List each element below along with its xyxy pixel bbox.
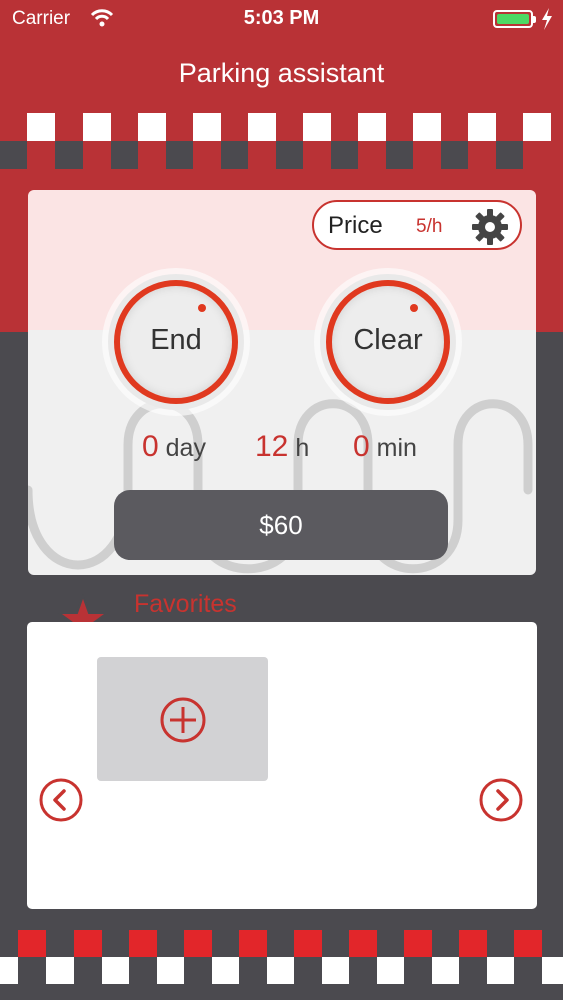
hours-value: 12: [255, 430, 289, 463]
chevron-right-icon[interactable]: [478, 777, 524, 823]
duration-minutes: 0 min: [353, 430, 417, 464]
days-value: 0: [142, 430, 159, 463]
end-button-label: End: [150, 324, 202, 356]
clear-button[interactable]: Clear: [320, 274, 456, 410]
checker-border-bottom: [0, 930, 563, 984]
plus-circle-icon: [160, 697, 206, 743]
clear-button-label: Clear: [353, 324, 423, 356]
battery-icon: [493, 10, 536, 28]
price-label: Price: [328, 212, 383, 239]
status-bar: Carrier 5:03 PM: [0, 0, 563, 40]
clock: 5:03 PM: [243, 7, 320, 29]
hours-unit: h: [295, 434, 310, 462]
favorites-panel: [27, 622, 537, 909]
timer-card: Price 5/h End Clear 0 day 12 h 0 min $60: [28, 190, 536, 575]
charging-icon: [542, 8, 552, 30]
indicator-dot: [410, 304, 418, 312]
duration-days: 0 day: [142, 430, 206, 464]
chevron-left-icon[interactable]: [38, 777, 84, 823]
favorites-title: Favorites: [134, 590, 237, 618]
add-favorite-button[interactable]: [97, 657, 268, 781]
price-setting[interactable]: Price 5/h: [312, 200, 522, 250]
days-unit: day: [165, 434, 206, 462]
checker-border-top: [0, 113, 551, 169]
price-rate: 5/h: [416, 216, 443, 237]
duration-hours: 12 h: [255, 430, 309, 464]
end-button[interactable]: End: [108, 274, 244, 410]
total-cost: $60: [114, 490, 448, 560]
indicator-dot: [198, 304, 206, 312]
gear-icon[interactable]: [470, 207, 510, 247]
minutes-value: 0: [353, 430, 370, 463]
page-title: Parking assistant: [178, 58, 385, 88]
minutes-unit: min: [376, 434, 417, 462]
